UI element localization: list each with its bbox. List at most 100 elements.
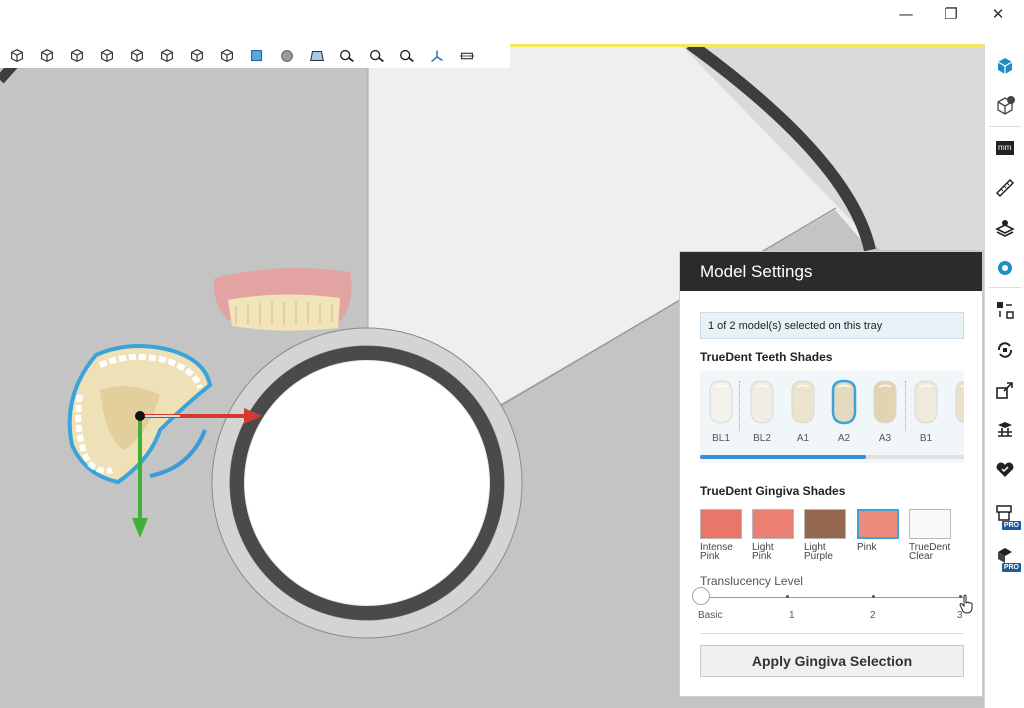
rotate-button[interactable] (985, 332, 1024, 368)
cube-iso-view-button[interactable] (182, 45, 212, 67)
restore-button[interactable]: ❐ (931, 2, 971, 26)
teeth-shade-strip[interactable]: BL1 BL2 A1 A2 A3 B1 B (700, 371, 964, 463)
tooth-swatch-icon (873, 380, 897, 424)
cube-left-view-button[interactable] (92, 45, 122, 67)
cube-wireframe-button[interactable] (212, 45, 242, 67)
solid-shade-icon (251, 50, 263, 62)
tooth-swatch-icon (709, 380, 733, 424)
scale-icon (996, 382, 1013, 399)
units-mm-button[interactable]: mm (985, 130, 1024, 166)
pro-badge: PRO (1001, 521, 1021, 530)
slider-tick-basic: Basic (698, 610, 723, 621)
toolbar-separator (989, 287, 1021, 288)
gingiva-swatch-light-pink[interactable] (752, 509, 794, 539)
tooth-shade-label: A1 (796, 433, 810, 444)
axis-button[interactable] (422, 45, 452, 67)
pro-badge: PRO (1001, 563, 1021, 572)
model-selection-button[interactable] (332, 45, 362, 67)
gingiva-swatch-intense-pink[interactable] (700, 509, 742, 539)
repair-heart-button[interactable] (985, 452, 1024, 488)
model-settings-gear-icon (998, 261, 1012, 275)
status-strip (500, 44, 984, 47)
tooth-swatch-icon (914, 380, 938, 424)
slider-dot (786, 595, 789, 598)
gingiva-swatch-label: Intense Pink (700, 543, 746, 562)
tooth-shade-a2[interactable]: A2 (827, 379, 861, 449)
tooth-shade-bl1[interactable]: BL1 (704, 379, 738, 449)
translucency-slider-track[interactable] (706, 597, 964, 598)
tooth-swatch-icon (791, 380, 815, 424)
arrange-button[interactable] (985, 292, 1024, 328)
model-selection-icon (340, 49, 354, 63)
cube-face-view-button[interactable] (2, 45, 32, 67)
print-layers-button[interactable] (985, 210, 1024, 246)
close-button[interactable]: ✕ (978, 2, 1018, 26)
model-cube-button[interactable] (985, 48, 1024, 84)
gingiva-swatch-label: Light Pink (752, 543, 798, 562)
print-pro-button[interactable]: PRO (985, 496, 1024, 532)
supports-icon (998, 422, 1012, 437)
shade-group-separator (905, 381, 906, 431)
tooth-shade-label: B (950, 433, 965, 444)
model-multi-selection-button[interactable] (362, 45, 392, 67)
cube-bottom-view-button[interactable] (152, 45, 182, 67)
gingiva-swatch-label: Pink (857, 543, 903, 553)
units-mm-label: mm (998, 143, 1012, 152)
cube-bottom-view-icon (161, 49, 173, 63)
gingiva-label-line2: Clear (909, 551, 933, 562)
cube-wireframe-icon (221, 49, 233, 63)
apply-gingiva-button[interactable]: Apply Gingiva Selection (700, 645, 964, 677)
gingiva-label-line2: Purple (804, 551, 833, 562)
right-toolbar: mm PRO PRO (984, 44, 1024, 708)
perspective-button[interactable] (302, 45, 332, 67)
tooth-swatch-icon (955, 380, 964, 424)
teeth-shades-title: TrueDent Teeth Shades (700, 350, 833, 364)
cube-back-view-button[interactable] (62, 45, 92, 67)
supports-button[interactable] (985, 412, 1024, 448)
cube-right-view-button[interactable] (122, 45, 152, 67)
gingiva-swatch-light-purple[interactable] (804, 509, 846, 539)
tooth-shade-label: B1 (919, 433, 933, 444)
slider-tick-1: 1 (789, 610, 795, 621)
slice-view-button[interactable] (452, 45, 482, 67)
minimize-button[interactable]: — (886, 2, 926, 26)
gingiva-swatch-truedent-clear[interactable] (909, 509, 951, 539)
cube-front-view-icon (41, 49, 53, 63)
tooth-shade-a3[interactable]: A3 (868, 379, 902, 449)
sphere-shade-button[interactable] (272, 45, 302, 67)
axis-icon (431, 50, 443, 62)
model-settings-gear-button[interactable] (985, 250, 1024, 286)
gingiva-label-line2: Pink (752, 551, 772, 562)
tooth-shade-b[interactable]: B (950, 379, 964, 449)
slice-view-icon (459, 52, 475, 60)
tooth-shade-label: A2 (837, 433, 851, 444)
rotate-icon (997, 342, 1013, 358)
translucency-slider-knob[interactable] (692, 587, 710, 605)
ruler-button[interactable] (985, 170, 1024, 206)
gingiva-swatch-label: Light Purple (804, 543, 850, 562)
upper-denture-model (213, 268, 352, 331)
gingiva-swatch-pink[interactable] (857, 509, 899, 539)
teeth-scrollbar-thumb[interactable] (700, 455, 866, 459)
tooth-shade-label: A3 (878, 433, 892, 444)
solid-shade-button[interactable] (242, 45, 272, 67)
tooth-swatch-icon (750, 380, 774, 424)
scale-button[interactable] (985, 372, 1024, 408)
cube-check-button[interactable] (985, 88, 1024, 124)
shade-group-separator (739, 381, 740, 431)
cube-iso-view-icon (191, 49, 203, 63)
support-pro-button[interactable]: PRO (985, 538, 1024, 574)
tooth-shade-b1[interactable]: B1 (909, 379, 943, 449)
view-toolbar (0, 44, 510, 68)
cube-front-view-button[interactable] (32, 45, 62, 67)
tooth-shade-label: BL1 (712, 433, 730, 444)
model-zoom-button[interactable] (392, 45, 422, 67)
selection-info: 1 of 2 model(s) selected on this tray (700, 312, 964, 339)
cube-right-view-icon (131, 49, 143, 63)
tooth-shade-a1[interactable]: A1 (786, 379, 820, 449)
model-cube-icon (997, 58, 1013, 74)
cube-back-view-icon (71, 49, 83, 63)
model-zoom-icon (400, 49, 414, 63)
tooth-shade-bl2[interactable]: BL2 (745, 379, 779, 449)
hand-cursor-icon (959, 594, 973, 614)
